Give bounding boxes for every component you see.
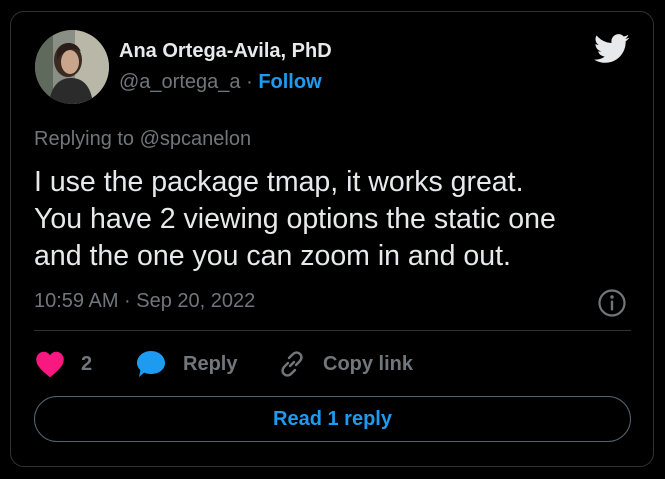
author-handle-row: @a_ortega_a · Follow [119, 71, 322, 94]
tweet-text-line: and the one you can zoom in and out. [34, 240, 511, 272]
tweet-card: Ana Ortega-Avila, PhD @a_ortega_a · Foll… [10, 11, 654, 467]
follow-button[interactable]: Follow [258, 71, 321, 93]
link-icon [281, 351, 303, 377]
tweet-timestamp[interactable]: 10:59 AM · Sep 20, 2022 [34, 290, 255, 313]
author-handle[interactable]: @a_ortega_a [119, 71, 241, 93]
divider [34, 330, 631, 331]
info-icon[interactable] [597, 288, 627, 318]
reply-label: Reply [183, 352, 238, 375]
like-count: 2 [81, 352, 93, 375]
read-replies-label: Read 1 reply [273, 407, 392, 430]
copy-link-button[interactable]: Copy link [277, 348, 413, 380]
tweet-text-line: You have 2 viewing options the static on… [34, 203, 556, 235]
heart-icon [36, 351, 64, 378]
action-bar: 2 Reply Copy link [35, 348, 635, 380]
avatar[interactable] [35, 30, 109, 104]
tweet-text: I use the package tmap, it works great. … [34, 164, 634, 275]
tweet-text-line: I use the package tmap, it works great. [34, 166, 524, 198]
twitter-bird-icon[interactable] [594, 34, 630, 64]
like-button[interactable]: 2 [35, 348, 92, 380]
speech-bubble-icon [137, 351, 165, 377]
handle-separator: · [246, 71, 253, 93]
read-replies-button[interactable]: Read 1 reply [34, 396, 631, 442]
reply-button[interactable]: Reply [135, 348, 237, 380]
author-display-name[interactable]: Ana Ortega-Avila, PhD [119, 40, 332, 63]
replying-to[interactable]: Replying to @spcanelon [34, 128, 251, 151]
copy-link-label: Copy link [323, 352, 414, 375]
